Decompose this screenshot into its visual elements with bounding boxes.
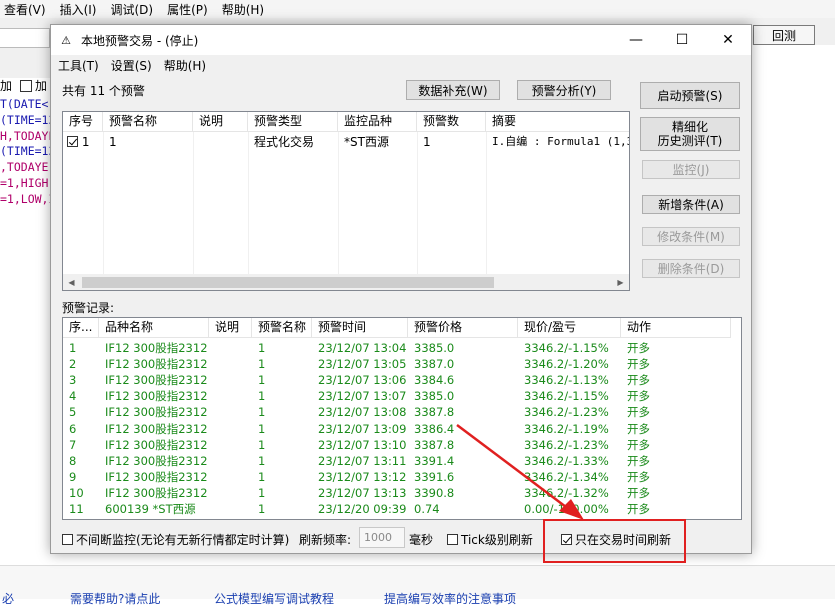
arrow-shaft (456, 424, 571, 511)
annotation-arrow (456, 424, 584, 520)
arrow-head (559, 499, 584, 520)
